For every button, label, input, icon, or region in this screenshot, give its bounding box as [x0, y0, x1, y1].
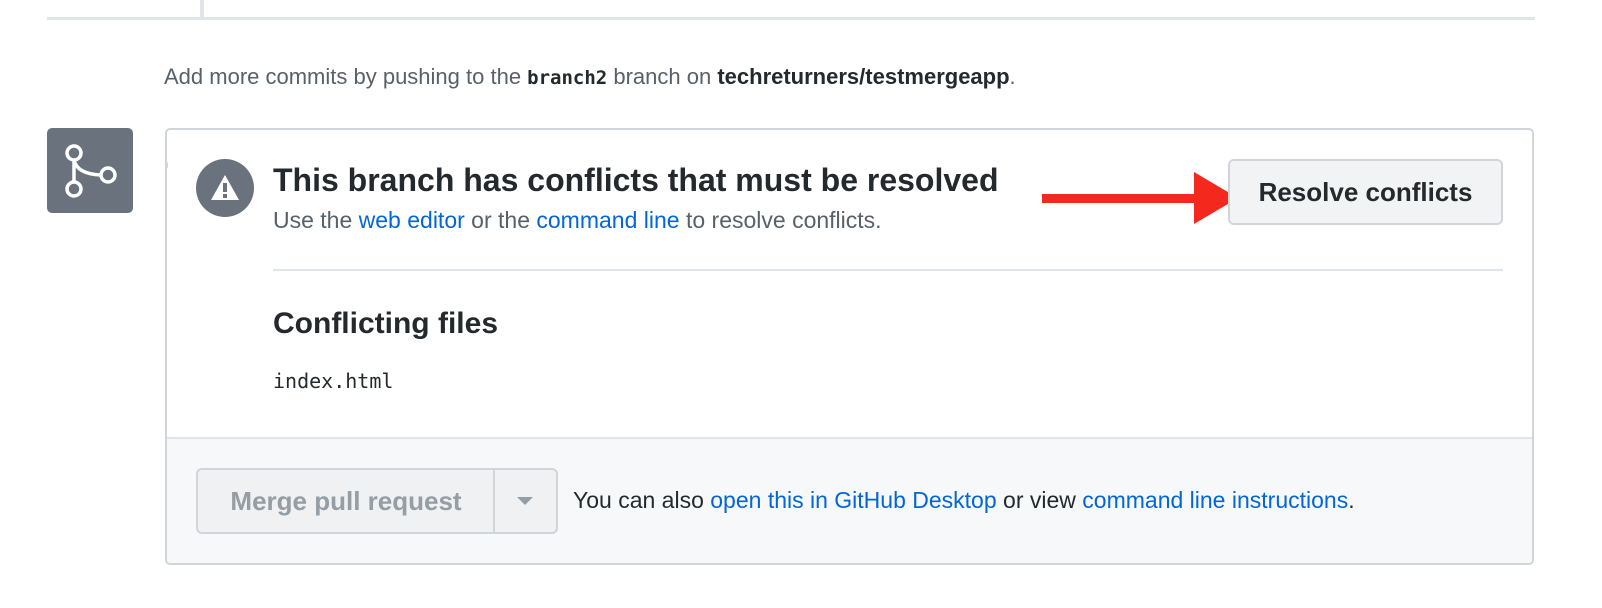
command-line-link[interactable]: command line [536, 207, 679, 233]
web-editor-link[interactable]: web editor [359, 207, 465, 233]
push-hint: Add more commits by pushing to the branc… [164, 64, 1016, 89]
timeline-connector [200, 0, 204, 20]
git-merge-icon [47, 128, 133, 213]
triangle-down-icon [517, 497, 533, 505]
conflict-title: This branch has conflicts that must be r… [273, 162, 999, 198]
section-divider [273, 269, 1503, 271]
resolve-conflicts-button[interactable]: Resolve conflicts [1228, 159, 1503, 225]
panel-pointer [164, 152, 180, 180]
conflict-description: Use the web editor or the command line t… [273, 207, 882, 233]
alert-icon [196, 159, 254, 217]
merge-button-group: Merge pull request [196, 468, 558, 534]
merge-options-dropdown[interactable] [495, 470, 556, 532]
repo-name: techreturners/testmergeapp [717, 64, 1010, 89]
branch-name: branch2 [527, 67, 608, 89]
command-line-instructions-link[interactable]: command line instructions [1082, 487, 1348, 513]
conflicting-files-heading: Conflicting files [273, 307, 498, 340]
red-arrow-icon [1042, 172, 1238, 224]
timeline-divider [47, 17, 1535, 20]
conflicting-file-item: index.html [273, 369, 394, 393]
merge-alternatives-text: You can also open this in GitHub Desktop… [573, 487, 1355, 513]
github-desktop-link[interactable]: open this in GitHub Desktop [710, 487, 996, 513]
merge-pull-request-button[interactable]: Merge pull request [198, 470, 494, 532]
